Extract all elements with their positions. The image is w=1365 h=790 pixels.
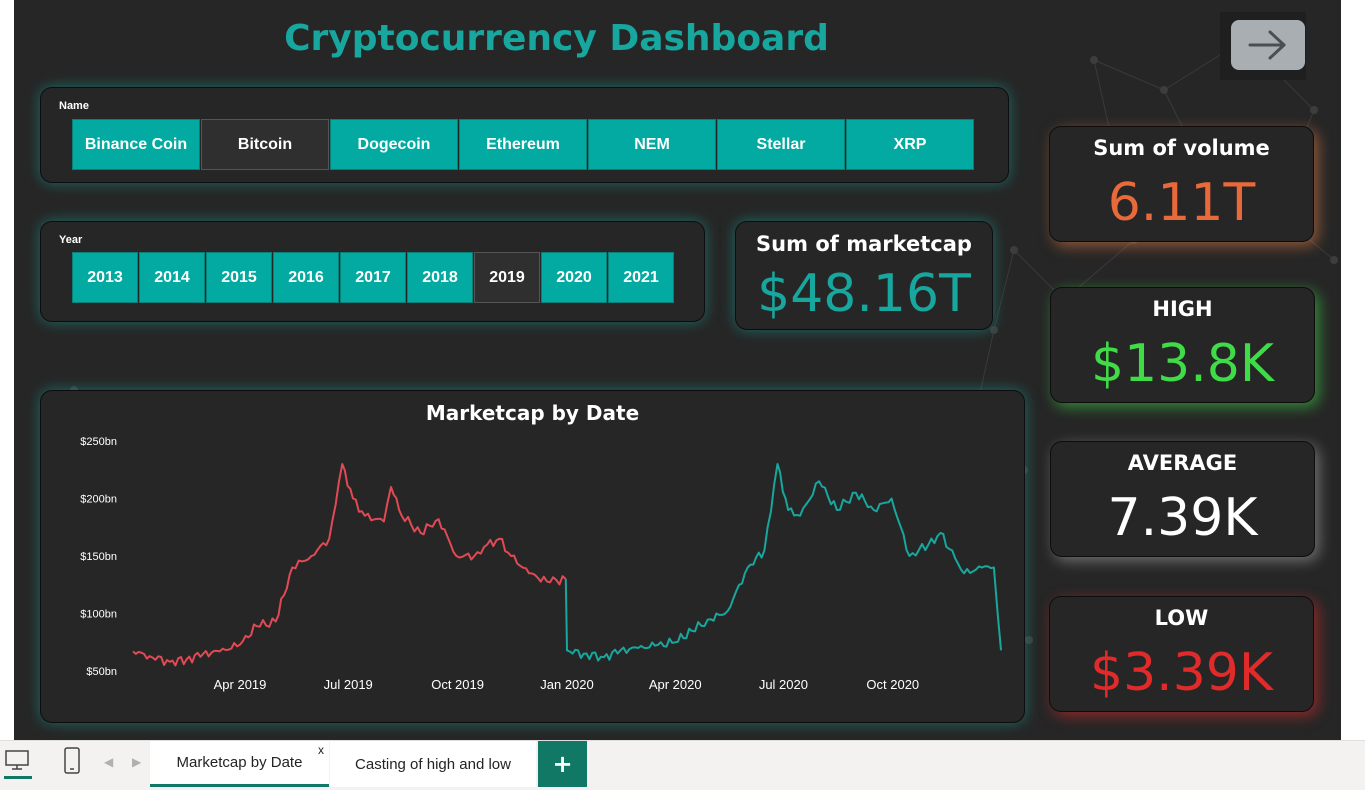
average-card-value: 7.39K — [1107, 488, 1258, 548]
year-option-2020[interactable]: 2020 — [541, 252, 607, 303]
network-link — [1093, 59, 1165, 91]
page-tab-bar: ◀ ▶ Marketcap by Date x Casting of high … — [0, 740, 1365, 790]
low-card-title: LOW — [1154, 606, 1209, 630]
y-tick-label: $200bn — [80, 494, 117, 506]
x-tick-label: Apr 2019 — [214, 677, 267, 692]
name-option-binance-coin[interactable]: Binance Coin — [72, 119, 200, 170]
series-line-0 — [132, 463, 567, 667]
year-option-2016[interactable]: 2016 — [273, 252, 339, 303]
dashboard-title: Cryptocurrency Dashboard — [284, 18, 829, 59]
tab-casting-of-high-and-low[interactable]: Casting of high and low — [330, 741, 536, 787]
x-tick-label: Jul 2020 — [759, 677, 808, 692]
marketcap-card-value: $48.16T — [757, 264, 971, 324]
network-node — [1010, 246, 1018, 254]
year-option-2014[interactable]: 2014 — [139, 252, 205, 303]
volume-card: Sum of volume 6.11T — [1049, 126, 1314, 242]
average-card: AVERAGE 7.39K — [1050, 441, 1315, 557]
name-option-dogecoin[interactable]: Dogecoin — [330, 119, 458, 170]
name-option-bitcoin[interactable]: Bitcoin — [201, 119, 329, 170]
year-slicer-label: Year — [59, 234, 83, 246]
scroll-left-icon[interactable]: ◀ — [104, 755, 113, 769]
network-node — [1310, 106, 1318, 114]
y-tick-label: $50bn — [86, 666, 117, 678]
plus-icon: + — [552, 750, 573, 778]
x-tick-label: Jan 2020 — [540, 677, 594, 692]
tab-close-icon[interactable]: x — [318, 743, 324, 757]
name-slicer-items: Binance Coin Bitcoin Dogecoin Ethereum NEM St… — [72, 119, 975, 170]
name-option-xrp[interactable]: XRP — [846, 119, 974, 170]
year-option-2017[interactable]: 2017 — [340, 252, 406, 303]
average-card-title: AVERAGE — [1127, 451, 1238, 475]
volume-card-title: Sum of volume — [1093, 136, 1270, 160]
high-card-title: HIGH — [1152, 297, 1213, 321]
x-tick-label: Jul 2019 — [324, 677, 373, 692]
marketcap-chart[interactable]: Marketcap by Date $50bn $100bn $150bn $200b… — [40, 390, 1025, 723]
tab-marketcap-by-date[interactable]: Marketcap by Date x — [150, 741, 329, 787]
x-tick-label: Apr 2020 — [649, 677, 702, 692]
low-card-value: $3.39K — [1090, 643, 1273, 703]
line-chart: $50bn $100bn $150bn $200bn $250bn Apr 2019 Jul… — [80, 436, 1002, 692]
tab-label: Casting of high and low — [355, 755, 511, 773]
year-option-2021[interactable]: 2021 — [608, 252, 674, 303]
y-tick-label: $150bn — [80, 551, 117, 563]
network-node — [1330, 256, 1338, 264]
year-slicer: Year 2013 2014 2015 2016 2017 2018 2019 2020 202… — [40, 221, 705, 322]
name-option-stellar[interactable]: Stellar — [717, 119, 845, 170]
x-tick-label: Oct 2020 — [866, 677, 919, 692]
volume-card-value: 6.11T — [1107, 173, 1256, 233]
network-node — [990, 326, 998, 334]
year-option-2018[interactable]: 2018 — [407, 252, 473, 303]
marketcap-card: Sum of marketcap $48.16T — [735, 221, 993, 330]
high-card-value: $13.8K — [1091, 334, 1274, 394]
network-node — [1025, 636, 1033, 644]
high-card: HIGH $13.8K — [1050, 287, 1315, 403]
report-canvas: Cryptocurrency Dashboard Name Binance Co… — [14, 0, 1341, 740]
desktop-view-icon[interactable] — [4, 749, 32, 779]
name-slicer-label: Name — [59, 100, 89, 112]
y-tick-label: $250bn — [80, 436, 117, 448]
arrow-right-icon[interactable] — [1231, 20, 1305, 70]
network-link — [993, 249, 1015, 331]
y-tick-label: $100bn — [80, 609, 117, 621]
series-line-1 — [564, 463, 1002, 662]
navigate-next-button[interactable] — [1220, 12, 1306, 80]
name-option-nem[interactable]: NEM — [588, 119, 716, 170]
name-option-ethereum[interactable]: Ethereum — [459, 119, 587, 170]
marketcap-card-title: Sum of marketcap — [756, 232, 972, 256]
low-card: LOW $3.39K — [1049, 596, 1314, 712]
scroll-right-icon[interactable]: ▶ — [132, 755, 141, 769]
year-option-2019[interactable]: 2019 — [474, 252, 540, 303]
add-page-button[interactable]: + — [538, 741, 587, 787]
network-node — [1160, 86, 1168, 94]
tab-label: Marketcap by Date — [176, 754, 303, 771]
name-slicer: Name Binance Coin Bitcoin Dogecoin Ethereum… — [40, 87, 1009, 183]
x-tick-label: Oct 2019 — [431, 677, 484, 692]
year-option-2015[interactable]: 2015 — [206, 252, 272, 303]
year-option-2013[interactable]: 2013 — [72, 252, 138, 303]
year-slicer-items: 2013 2014 2015 2016 2017 2018 2019 2020 2021 — [72, 252, 675, 303]
phone-view-icon[interactable] — [63, 747, 81, 775]
